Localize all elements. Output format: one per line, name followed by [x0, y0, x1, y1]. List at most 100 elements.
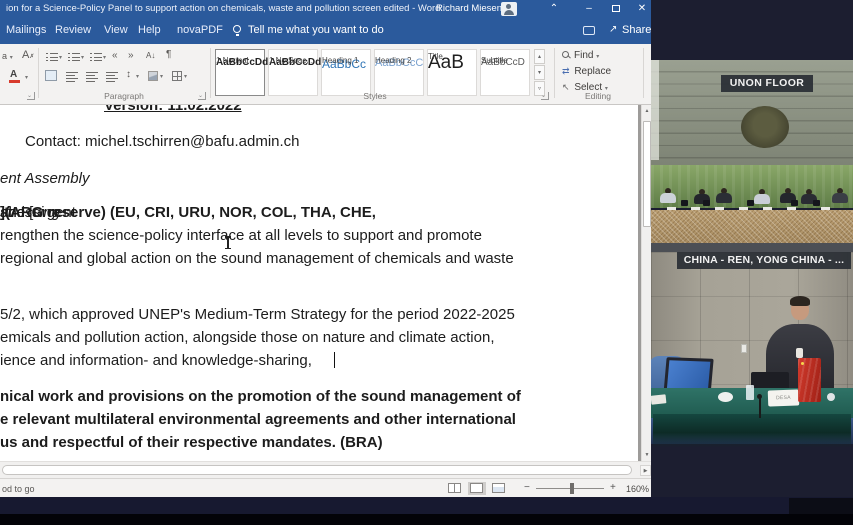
- shading-dropdown-icon[interactable]: ▾: [160, 73, 163, 80]
- tell-me-lightbulb-icon: [233, 25, 241, 33]
- tell-me-box[interactable]: Tell me what you want to do: [248, 24, 384, 36]
- align-center-button[interactable]: [66, 71, 78, 82]
- document-page[interactable]: Version: 11.02.2022 Contact: michel.tsch…: [0, 105, 638, 461]
- bottom-black-strip: [0, 514, 853, 525]
- style-heading1[interactable]: AaBbCc Heading 1: [321, 49, 371, 96]
- show-formatting-marks-icon[interactable]: ¶: [166, 49, 171, 61]
- styles-group-label: Styles: [335, 91, 415, 101]
- small-cup: [827, 393, 835, 401]
- share-icon: ↗: [609, 25, 617, 35]
- numbering-dropdown-icon[interactable]: ▾: [81, 54, 84, 61]
- clear-formatting-icon[interactable]: A✗: [22, 49, 34, 63]
- read-mode-button[interactable]: [446, 482, 464, 495]
- video-feed-unon-floor: UNON FLOOR: [651, 60, 853, 252]
- close-icon[interactable]: ✕: [631, 0, 653, 18]
- ribbon: a ▾ A✗ A ▾ ⌄ ▾ ▾ ▾ « » A↓ ¶ ↕ ▾: [0, 44, 651, 105]
- bullets-icon[interactable]: [46, 52, 58, 63]
- dais-desk-front: [651, 243, 853, 252]
- horizontal-scrollbar[interactable]: ▶: [0, 461, 651, 478]
- styles-scroll-down-icon[interactable]: ▾: [534, 65, 545, 80]
- video-feed-china: DESA CHINA - REN, YONG CHINA - ...: [651, 252, 853, 448]
- style-normal[interactable]: AaBbCcDd 1 Normal: [215, 49, 265, 96]
- line-spacing-dropdown-icon[interactable]: ▾: [136, 73, 139, 80]
- font-color-swatch: [9, 80, 20, 83]
- tab-review[interactable]: Review: [55, 24, 91, 36]
- bullets-dropdown-icon[interactable]: ▾: [59, 54, 62, 61]
- zoom-level[interactable]: 160%: [626, 484, 649, 494]
- group-divider: [643, 48, 644, 98]
- style-title[interactable]: AaB Title: [427, 49, 477, 96]
- restore-icon[interactable]: [605, 0, 627, 18]
- ribbon-display-options-icon[interactable]: ⌃: [543, 0, 565, 18]
- change-case-icon[interactable]: a ▾: [2, 50, 13, 64]
- multilevel-dropdown-icon[interactable]: ▾: [103, 54, 106, 61]
- tab-novapdf[interactable]: novaPDF: [177, 24, 223, 36]
- decrease-indent-icon[interactable]: «: [112, 50, 118, 62]
- wall-pillar: [651, 60, 659, 160]
- increase-indent-icon[interactable]: »: [128, 50, 134, 62]
- tab-view[interactable]: View: [104, 24, 128, 36]
- screen: ion for a Science-Policy Panel to suppor…: [0, 0, 853, 525]
- paragraph-group-label: Paragraph: [84, 91, 164, 101]
- user-avatar[interactable]: [501, 2, 517, 16]
- conference-video-panel: UNON FLOOR: [651, 0, 853, 525]
- style-no-spacing[interactable]: AaBbCcDd 1 No Spac...: [268, 49, 318, 96]
- print-layout-button[interactable]: [468, 482, 486, 495]
- zoom-in-button[interactable]: +: [610, 482, 616, 493]
- sort-icon[interactable]: A↓: [146, 50, 155, 62]
- desk-papers: [651, 394, 666, 405]
- numbering-icon[interactable]: [68, 52, 80, 63]
- font-dialog-launcher-icon[interactable]: ⌄: [27, 92, 35, 100]
- styles-dialog-launcher-icon[interactable]: ⌄: [541, 92, 549, 100]
- styles-scroll-up-icon[interactable]: ▴: [534, 49, 545, 64]
- mouse-ibeam-pointer: [227, 236, 229, 249]
- dais-monitor: [681, 200, 688, 206]
- white-cup: [718, 392, 733, 402]
- desk-front: [653, 414, 851, 448]
- share-button[interactable]: Share: [622, 24, 651, 36]
- tab-help[interactable]: Help: [138, 24, 161, 36]
- align-left-button[interactable]: [45, 70, 57, 81]
- group-divider: [38, 48, 39, 98]
- title-bar: ion for a Science-Policy Panel to suppor…: [0, 0, 651, 18]
- find-button[interactable]: Find ▾: [562, 50, 599, 61]
- window-title: ion for a Science-Policy Panel to suppor…: [6, 3, 440, 14]
- name-plate: DESA: [768, 389, 800, 406]
- style-subtitle[interactable]: AaBbCcD Subtitle: [480, 49, 530, 96]
- bottom-right-patch: [789, 498, 853, 514]
- paragraph-dialog-launcher-icon[interactable]: ⌄: [198, 92, 206, 100]
- web-layout-button[interactable]: [490, 482, 508, 495]
- dais-monitor: [813, 200, 820, 206]
- text-cursor-caret: [334, 352, 335, 368]
- borders-dropdown-icon[interactable]: ▾: [184, 73, 187, 80]
- zoom-out-button[interactable]: −: [524, 482, 530, 493]
- style-heading2[interactable]: AaBbCcC Heading 2: [374, 49, 424, 96]
- group-divider: [554, 48, 555, 98]
- vertical-scrollbar[interactable]: ▲ ▼: [641, 105, 651, 461]
- dais-monitor: [791, 200, 798, 206]
- shading-icon[interactable]: [148, 71, 158, 81]
- line-spacing-icon[interactable]: ↕: [126, 69, 131, 81]
- word-window: ion for a Science-Policy Panel to suppor…: [0, 0, 651, 497]
- microphone: [759, 398, 761, 418]
- vertical-scroll-thumb[interactable]: [643, 121, 651, 227]
- tab-mailings[interactable]: Mailings: [6, 24, 46, 36]
- zoom-slider-thumb[interactable]: [570, 483, 574, 494]
- align-right-button[interactable]: [86, 71, 98, 82]
- minimize-icon[interactable]: –: [578, 0, 600, 18]
- justify-button[interactable]: [106, 71, 118, 82]
- status-message: od to go: [2, 484, 35, 494]
- multilevel-list-icon[interactable]: [90, 52, 102, 63]
- water-glass: [746, 385, 754, 400]
- dais-desk: [651, 210, 853, 243]
- delegate-head: [791, 298, 809, 320]
- bottom-band: [0, 497, 853, 514]
- borders-icon[interactable]: [172, 71, 182, 81]
- font-color-dropdown-icon[interactable]: ▾: [25, 74, 28, 81]
- user-name: Richard Miesen: [436, 3, 502, 14]
- replace-button[interactable]: ⇄ Replace: [562, 66, 611, 77]
- dais-monitor: [747, 200, 754, 206]
- comments-icon[interactable]: [583, 26, 595, 35]
- horizontal-scroll-thumb[interactable]: [2, 465, 632, 475]
- scroll-right-icon[interactable]: ▶: [640, 465, 651, 476]
